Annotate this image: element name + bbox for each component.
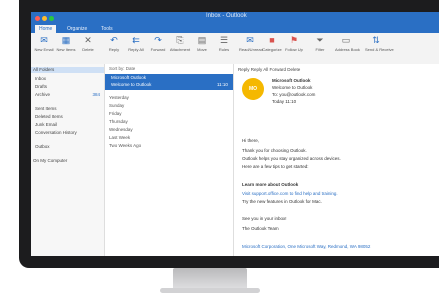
archive-count-badge: 384 (92, 92, 100, 97)
send-receive-button[interactable]: ⇅ Send & Receive (365, 35, 394, 60)
forward-icon: ↷ (154, 35, 162, 45)
body-line: See you in your inbox! (242, 216, 287, 221)
group-header[interactable]: Last Week (109, 135, 130, 140)
address-book-icon: ▭ (341, 35, 351, 45)
folder-drafts[interactable]: Drafts (35, 84, 47, 89)
new-mail-icon: ✉ (40, 35, 48, 45)
new-items-icon: ▦ (61, 35, 71, 45)
body-heading: Learn more about Outlook (242, 182, 299, 187)
group-header[interactable]: Thursday (109, 119, 128, 124)
ribbon-tabs: Home Organize Tools (31, 24, 439, 33)
move-button[interactable]: ▤ Move (191, 36, 213, 60)
body-greeting: Hi there, (242, 138, 260, 143)
follow-up-button[interactable]: ⚑ Follow Up (283, 36, 305, 60)
tab-tools[interactable]: Tools (97, 25, 117, 33)
read-unread-button[interactable]: ✉ Read/Unread (239, 35, 263, 60)
folder-sent-items[interactable]: Sent Items (35, 106, 57, 111)
folder-outbox[interactable]: Outbox (35, 144, 50, 149)
body-line: Try the new features in Outlook for Mac. (242, 199, 322, 204)
avatar: MO (242, 78, 264, 100)
body-link[interactable]: Visit support.office.com to find help an… (242, 191, 338, 196)
new-email-button[interactable]: ✉ New Email (33, 36, 55, 60)
message-list: Sort by: Date Microsoft Outlook Welcome … (105, 64, 234, 256)
email-to: To: you@outlook.com (272, 92, 316, 97)
title-bar: Inbox - Outlook (31, 12, 439, 24)
minimize-window-button[interactable] (42, 16, 47, 21)
read-unread-icon: ✉ (246, 35, 254, 45)
folder-pane: All Folders Inbox Drafts Archive 384 Sen… (31, 64, 105, 256)
body-signature: The Outlook Team (242, 226, 279, 231)
email-date: Today 11:10 (272, 99, 297, 104)
address-book-button[interactable]: ▭ Address Book (335, 35, 360, 60)
reply-icon: ↶ (110, 35, 118, 45)
group-header[interactable]: Wednesday (109, 127, 133, 132)
zoom-window-button[interactable] (49, 16, 54, 21)
body-footer[interactable]: Microsoft Corporation, One Microsoft Way… (242, 244, 370, 249)
body-line: Outlook helps you stay organized across … (242, 156, 341, 161)
forward-button[interactable]: ↷ Forward (147, 36, 169, 60)
group-header[interactable]: Sunday (109, 103, 124, 108)
rules-button[interactable]: ☰ Rules (213, 36, 235, 60)
folder-all-folders[interactable]: All Folders (33, 67, 54, 72)
send-receive-icon: ⇅ (372, 35, 380, 45)
monitor-base (160, 288, 260, 293)
attachment-icon: ⎘ (176, 35, 184, 45)
delete-icon: ✕ (84, 35, 92, 45)
reply-button[interactable]: ↶ Reply (103, 36, 125, 60)
group-header[interactable]: Two Weeks Ago (109, 143, 141, 148)
body-line: Thank you for choosing Outlook. (242, 148, 307, 153)
email-subject: Welcome to Outlook (272, 85, 313, 90)
reading-toolbar[interactable]: Reply Reply All Forward Delete (238, 67, 300, 72)
tab-home[interactable]: Home (35, 25, 57, 33)
folder-on-my-computer[interactable]: On My Computer (33, 158, 67, 163)
message-subject: Welcome to Outlook (111, 82, 152, 87)
group-header[interactable]: Yesterday (109, 95, 129, 100)
filter-button[interactable]: ⏷ Filter (309, 36, 331, 60)
email-from: Microsoft Outlook (272, 78, 311, 83)
folder-archive[interactable]: Archive (35, 92, 50, 97)
reply-all-icon: ⇇ (132, 35, 140, 45)
folder-conversation-history[interactable]: Conversation History (35, 130, 77, 135)
tab-organize[interactable]: Organize (63, 25, 91, 33)
delete-button[interactable]: ✕ Delete (77, 36, 99, 60)
folder-inbox[interactable]: Inbox (35, 76, 46, 81)
folder-deleted-items[interactable]: Deleted Items (35, 114, 63, 119)
list-sort-header[interactable]: Sort by: Date (109, 66, 135, 71)
reply-all-button[interactable]: ⇇ Reply All (125, 36, 147, 60)
reading-pane: Reply Reply All Forward Delete MO Micros… (234, 64, 439, 256)
message-time: 11:10 (217, 82, 228, 87)
rules-icon: ☰ (219, 35, 229, 45)
categorize-icon: ■ (269, 35, 275, 45)
body-line: Here are a few tips to get started: (242, 164, 309, 169)
filter-icon: ⏷ (316, 35, 324, 45)
attachment-button[interactable]: ⎘ Attachment (169, 36, 191, 60)
window-title: Inbox - Outlook (206, 13, 247, 19)
new-items-button[interactable]: ▦ New Items (55, 36, 77, 60)
message-sender: Microsoft Outlook (111, 75, 147, 80)
categorize-button[interactable]: ■ Categorize (261, 36, 283, 60)
close-window-button[interactable] (35, 16, 40, 21)
folder-junk-email[interactable]: Junk Email (35, 122, 57, 127)
move-icon: ▤ (197, 35, 207, 45)
flag-icon: ⚑ (289, 35, 299, 45)
selected-message[interactable]: Microsoft Outlook Welcome to Outlook 11:… (105, 74, 233, 90)
group-header[interactable]: Friday (109, 111, 122, 116)
app-window: Inbox - Outlook Home Organize Tools ✉ New… (31, 12, 439, 256)
ribbon-toolbar: ✉ New Email ▦ New Items ✕ Delete ↶ Reply ⇇ Re… (31, 33, 439, 65)
